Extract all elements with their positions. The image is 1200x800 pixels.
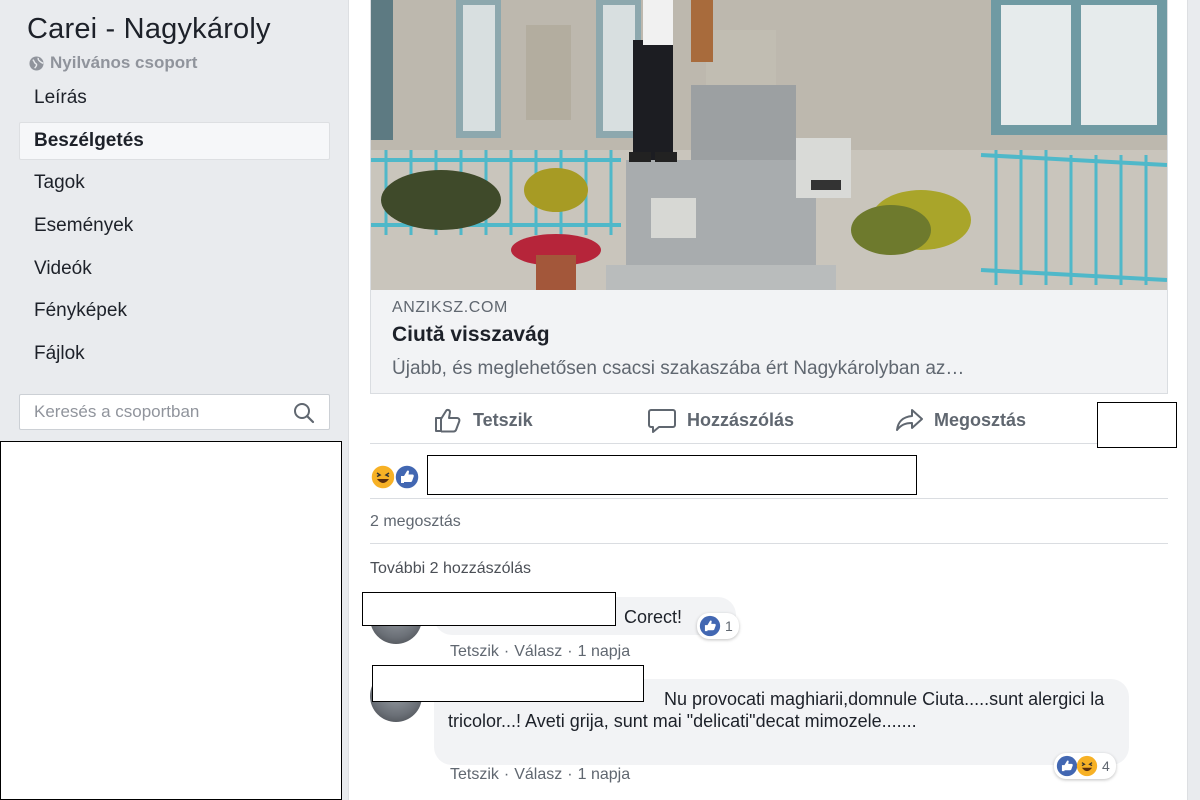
comment-timestamp[interactable]: 1 napja [578, 766, 631, 783]
separator-dot: · [503, 766, 510, 783]
group-sidebar: Carei - Nagykároly Nyilvános csoport Leí… [0, 0, 348, 800]
nav-item-leiras[interactable]: Leírás [19, 79, 330, 117]
more-comments-link[interactable]: További 2 hozzászólás [370, 560, 531, 578]
like-reaction-icon [1056, 755, 1078, 777]
comment-reply-link[interactable]: Válasz [514, 766, 562, 783]
nav-item-fajlok[interactable]: Fájlok [19, 335, 330, 373]
comment-item: Nu provocati maghiarii,domnule Ciuta....… [370, 665, 1168, 790]
globe-icon [29, 55, 44, 71]
comment-reaction-badge[interactable]: 4 [1054, 753, 1116, 779]
like-label: Tetszik [473, 409, 533, 430]
group-privacy-label: Nyilvános csoport [29, 53, 197, 73]
comment-item: Corect! 1 Tetszik · Válasz · 1 napja [362, 592, 1168, 662]
comment-like-link[interactable]: Tetszik [450, 766, 499, 783]
separator-dot: · [567, 766, 573, 783]
nav-item-tagok[interactable]: Tagok [19, 164, 330, 202]
separator-dot: · [503, 643, 510, 660]
preview-meta: ANZIKSZ.COM Ciută visszavág Újabb, és me… [371, 290, 1167, 394]
group-title[interactable]: Carei - Nagykároly [27, 13, 271, 46]
comment-meta: Tetszik · Válasz · 1 napja [450, 643, 630, 661]
like-reaction-icon [394, 464, 420, 490]
comment-timestamp[interactable]: 1 napja [578, 643, 631, 660]
post-actions-bar: Tetszik Hozzászólás Megosztás [370, 398, 1177, 448]
preview-photo-illustration [371, 0, 1167, 290]
privacy-text: Nyilvános csoport [50, 53, 198, 72]
redacted-area [0, 441, 342, 800]
haha-icon [370, 464, 396, 490]
like-reaction-icon [699, 615, 721, 637]
thumbs-up-icon [435, 408, 461, 433]
reaction-icons [370, 464, 420, 490]
redacted-area [362, 592, 616, 626]
nav-item-videok[interactable]: Videók [19, 250, 330, 288]
comment-text: Corect! [624, 607, 683, 627]
comment-like-link[interactable]: Tetszik [450, 643, 499, 660]
preview-photo[interactable] [371, 0, 1167, 290]
preview-description: Újabb, és meglehetősen csacsi szakaszába… [392, 358, 965, 379]
comment-reaction-badge[interactable]: 1 [697, 613, 739, 639]
reactions-summary[interactable] [370, 455, 1168, 499]
preview-domain: ANZIKSZ.COM [392, 299, 508, 316]
share-arrow-icon [896, 409, 923, 431]
like-button[interactable]: Tetszik [433, 398, 533, 442]
reaction-count: 1 [725, 618, 733, 634]
nav-item-fenykepek[interactable]: Fényképek [19, 292, 330, 330]
nav-item-esemenyek[interactable]: Események [19, 207, 330, 245]
share-label: Megosztás [934, 409, 1027, 430]
separator-dot: · [567, 643, 573, 660]
comment-bubble-icon [648, 409, 676, 433]
redacted-area [427, 455, 917, 495]
nav-item-beszelgetes[interactable]: Beszélgetés [19, 121, 330, 160]
group-nav: Leírás Beszélgetés Tagok Események Videó… [19, 79, 330, 378]
group-search-input[interactable] [20, 395, 280, 429]
haha-icon [1076, 755, 1098, 777]
post-card: ANZIKSZ.COM Ciută visszavág Újabb, és me… [348, 0, 1188, 800]
preview-title[interactable]: Ciută visszavág [392, 323, 1146, 347]
reaction-count: 4 [1102, 758, 1110, 774]
redacted-area [1097, 402, 1177, 448]
comment-label: Hozzászólás [687, 409, 795, 430]
comment-meta: Tetszik · Válasz · 1 napja [450, 766, 630, 784]
shares-count[interactable]: 2 megosztás [370, 500, 1168, 544]
comment-reply-link[interactable]: Válasz [514, 643, 562, 660]
search-icon[interactable] [293, 402, 315, 424]
share-button[interactable]: Megosztás [894, 398, 1026, 442]
link-preview[interactable]: ANZIKSZ.COM Ciută visszavág Újabb, és me… [370, 0, 1168, 394]
group-search-box [19, 394, 330, 430]
redacted-area [372, 665, 644, 702]
